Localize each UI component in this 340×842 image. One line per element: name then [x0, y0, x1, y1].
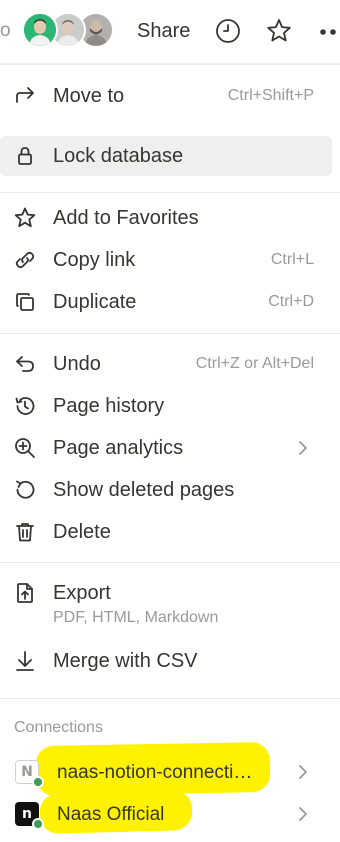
menu-item-label: Lock database: [53, 145, 184, 167]
menu-item-label: Show deleted pages: [53, 479, 235, 501]
restore-icon: [13, 478, 37, 502]
menu-item-label: Delete: [53, 521, 111, 543]
download-arrow-icon: [13, 649, 37, 673]
undo-icon: [13, 352, 37, 376]
top-bar: o Share: [0, 0, 340, 64]
menu-item-show-deleted-pages[interactable]: Show deleted pages: [0, 470, 332, 510]
menu-item-label: Page analytics: [53, 437, 184, 459]
more-options-icon[interactable]: [316, 17, 340, 45]
menu-item-label: Undo: [53, 353, 101, 375]
menu-item-duplicate[interactable]: Duplicate Ctrl+D: [0, 282, 332, 322]
menu-item-label: Export: [53, 582, 111, 604]
trash-icon: [13, 520, 37, 544]
shortcut-hint: Ctrl+Z or Alt+Del: [195, 355, 314, 372]
share-button[interactable]: Share: [137, 20, 190, 43]
collaborator-avatars[interactable]: [22, 12, 118, 48]
status-dot: [32, 818, 44, 830]
menu-item-label: Add to Favorites: [53, 207, 199, 229]
connection-label: naas-notion-connecti…: [57, 762, 253, 783]
menu-item-copy-link[interactable]: Copy link Ctrl+L: [0, 240, 332, 280]
menu-item-label: Page history: [53, 395, 165, 417]
lock-icon: [13, 144, 37, 168]
menu-divider: [0, 698, 340, 699]
clock-icon[interactable]: [214, 17, 242, 45]
connection-item-naas-official[interactable]: n Naas Official: [0, 790, 332, 834]
status-dot: [32, 776, 44, 788]
menu-item-move-to[interactable]: Move to Ctrl+Shift+P: [0, 76, 332, 116]
page-options-menu: Move to Ctrl+Shift+P Lock database Add t…: [0, 64, 340, 842]
connection-label: Naas Official: [57, 804, 165, 825]
menu-item-lock-database[interactable]: Lock database: [0, 136, 332, 176]
duplicate-icon: [13, 290, 37, 314]
connections-heading: Connections: [14, 719, 103, 736]
menu-item-undo[interactable]: Undo Ctrl+Z or Alt+Del: [0, 344, 332, 384]
connection-item-naas-notion[interactable]: N naas-notion-connecti…: [0, 741, 332, 797]
menu-item-delete[interactable]: Delete: [0, 512, 332, 552]
menu-item-label: Move to: [53, 85, 125, 107]
analytics-icon: [13, 436, 37, 460]
chevron-right-icon: [296, 438, 310, 458]
menu-item-page-analytics[interactable]: Page analytics: [0, 428, 332, 468]
breadcrumb-fragment[interactable]: o: [0, 20, 11, 42]
menu-item-label: Copy link: [53, 249, 136, 271]
export-formats-hint: PDF, HTML, Markdown: [53, 609, 219, 626]
chevron-right-icon: [296, 804, 310, 824]
link-icon: [13, 248, 37, 272]
menu-divider: [0, 562, 340, 563]
star-icon[interactable]: [265, 17, 293, 45]
chevron-right-icon: [296, 762, 310, 782]
menu-item-export[interactable]: Export PDF, HTML, Markdown: [0, 573, 332, 633]
menu-divider: [0, 333, 340, 334]
history-icon: [13, 394, 37, 418]
menu-item-merge-with-csv[interactable]: Merge with CSV: [0, 641, 332, 681]
star-icon: [13, 206, 37, 230]
menu-item-label: Merge with CSV: [53, 650, 198, 672]
arrow-turn-right-icon: [13, 84, 37, 108]
shortcut-hint: Ctrl+D: [268, 293, 314, 310]
menu-divider: [0, 192, 340, 193]
menu-item-page-history[interactable]: Page history: [0, 386, 332, 426]
menu-item-add-to-favorites[interactable]: Add to Favorites: [0, 198, 332, 238]
shortcut-hint: Ctrl+Shift+P: [227, 87, 314, 104]
shortcut-hint: Ctrl+L: [270, 251, 314, 268]
menu-item-label: Duplicate: [53, 291, 137, 313]
avatar[interactable]: [22, 12, 58, 48]
export-icon: [13, 581, 37, 605]
